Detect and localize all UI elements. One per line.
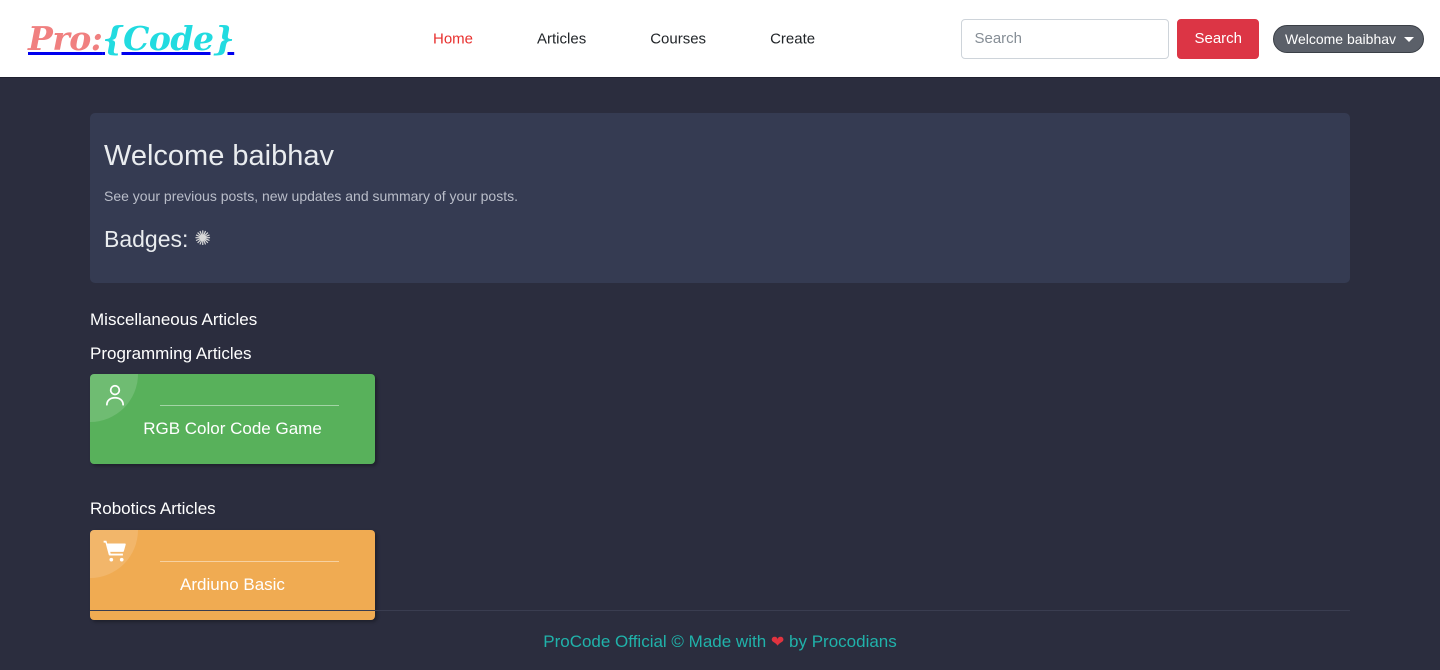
search-input[interactable]	[961, 18, 1170, 59]
page-body: Welcome baibhav See your previous posts,…	[0, 78, 1440, 670]
nav-links: Home Articles Courses Create	[433, 30, 815, 47]
search-button[interactable]: Search	[1177, 18, 1259, 59]
nav-link-courses[interactable]: Courses	[650, 30, 706, 47]
footer: ProCode Official © Made with ❤ by Procod…	[0, 632, 1440, 652]
navbar: Pro:{Code} Home Articles Courses Create …	[0, 0, 1440, 78]
page-title: Welcome baibhav	[104, 140, 334, 172]
article-card-rgb-color-code-game[interactable]: RGB Color Code Game	[90, 374, 375, 465]
article-card-title: RGB Color Code Game	[143, 419, 322, 439]
section-title-robotics: Robotics Articles	[90, 499, 216, 519]
section-title-programming: Programming Articles	[90, 343, 252, 363]
brand-logo-code: {Code}	[102, 19, 235, 58]
badges-row: Badges: ✺	[104, 226, 1336, 253]
footer-divider	[90, 610, 1350, 611]
nav-link-home[interactable]: Home	[433, 30, 473, 47]
user-icon	[102, 382, 128, 408]
heart-icon: ❤	[770, 634, 785, 651]
card-divider	[160, 405, 339, 407]
navbar-right-group: Search Welcome baibhav	[961, 18, 1424, 59]
cart-icon	[102, 538, 128, 564]
user-menu-select[interactable]: Welcome baibhav	[1273, 24, 1424, 53]
article-card-ardiuno-basic[interactable]: Ardiuno Basic	[90, 530, 375, 621]
brand-logo-pro: Pro:	[28, 19, 103, 58]
content-container: Welcome baibhav See your previous posts,…	[90, 78, 1350, 621]
card-divider	[160, 561, 339, 563]
user-menu[interactable]: Welcome baibhav	[1273, 24, 1424, 53]
section-title-miscellaneous: Miscellaneous Articles	[90, 309, 258, 329]
nav-link-articles[interactable]: Articles	[537, 30, 586, 47]
footer-text-before: ProCode Official © Made with	[543, 632, 767, 651]
footer-text-after: by Procodians	[789, 632, 897, 651]
page-subtitle: See your previous posts, new updates and…	[104, 187, 518, 204]
welcome-jumbotron: Welcome baibhav See your previous posts,…	[90, 113, 1350, 283]
badges-label: Badges:	[104, 225, 189, 252]
article-card-title: Ardiuno Basic	[180, 575, 285, 595]
badge-starburst-icon: ✺	[194, 228, 212, 251]
brand-logo[interactable]: Pro:{Code}	[28, 19, 235, 58]
nav-link-create[interactable]: Create	[770, 30, 815, 47]
